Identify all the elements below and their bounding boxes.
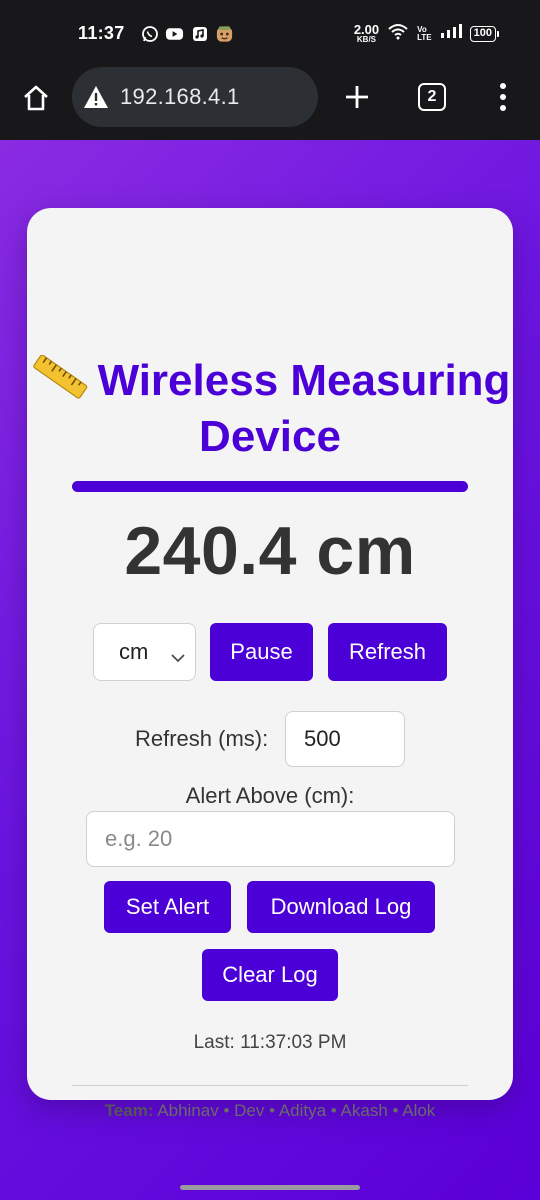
team-members: Abhinav • Dev • Aditya • Akash • Alok [157,1101,436,1120]
browser-toolbar: 192.168.4.1 2 [0,66,540,140]
distance-reading: 240.4 cm [124,513,416,589]
alert-threshold-input[interactable]: e.g. 20 [86,811,455,867]
chevron-down-icon [170,645,186,663]
network-speed-value: 2.00 [353,22,380,38]
footer-divider [72,1085,468,1086]
last-update-time: Last: 11:37:03 PM [193,1032,347,1053]
network-speed: 2.00 KB/S [353,22,380,44]
title-underline [72,481,468,492]
youtube-icon [165,24,184,43]
page-title: Wireless Measuring Device [27,353,513,465]
menu-dot [500,105,506,111]
signal-icon [440,23,462,44]
status-bar: 11:37 2.00 KB/S Vo LTE 100 [0,0,540,66]
team-label: Team: [104,1101,154,1120]
refresh-rate-label: Refresh (ms): [135,726,269,751]
ruler-icon [30,354,90,399]
url-text: 192.168.4.1 [120,84,240,109]
refresh-rate-input[interactable]: 500 [285,711,405,767]
menu-dot [500,83,506,89]
refresh-button[interactable]: Refresh [328,623,447,681]
title-text: Wireless Measuring Device [97,356,511,461]
home-button[interactable] [20,82,52,114]
tab-switcher-button[interactable]: 2 [418,83,446,111]
new-tab-button[interactable] [340,80,374,114]
network-speed-unit: KB/S [356,34,377,44]
address-bar[interactable]: 192.168.4.1 [72,67,318,127]
volte-bottom: LTE [417,32,432,42]
system-indicators: 2.00 KB/S Vo LTE 100 [353,22,500,45]
status-time: 11:37 [78,23,125,43]
plus-icon [346,86,368,108]
team-credits: Team: Abhinav • Dev • Aditya • Akash • A… [27,1101,513,1121]
set-alert-button[interactable]: Set Alert [104,881,231,933]
home-icon [24,85,48,111]
menu-dot [500,94,506,100]
clear-log-button[interactable]: Clear Log [202,949,338,1001]
alert-threshold-label: Alert Above (cm): [185,783,355,808]
whatsapp-icon [140,24,159,43]
music-app-icon [190,24,209,43]
download-log-button[interactable]: Download Log [247,881,435,933]
page-background: Wireless Measuring Device 240.4 cm cm Pa… [0,140,540,1200]
unit-select[interactable]: cm [93,623,196,681]
device-card: Wireless Measuring Device 240.4 cm cm Pa… [27,208,513,1120]
unit-selected-value: cm [119,639,149,664]
warning-icon [82,84,110,110]
more-menu-button[interactable] [490,80,516,114]
notification-icons [140,24,234,43]
gesture-home-indicator[interactable] [180,1185,360,1190]
wifi-icon [387,22,409,45]
pause-button[interactable]: Pause [210,623,313,681]
volte-indicator: Vo LTE [417,25,432,42]
app-mascot-icon [215,24,234,43]
battery-indicator: 100 [469,25,500,42]
